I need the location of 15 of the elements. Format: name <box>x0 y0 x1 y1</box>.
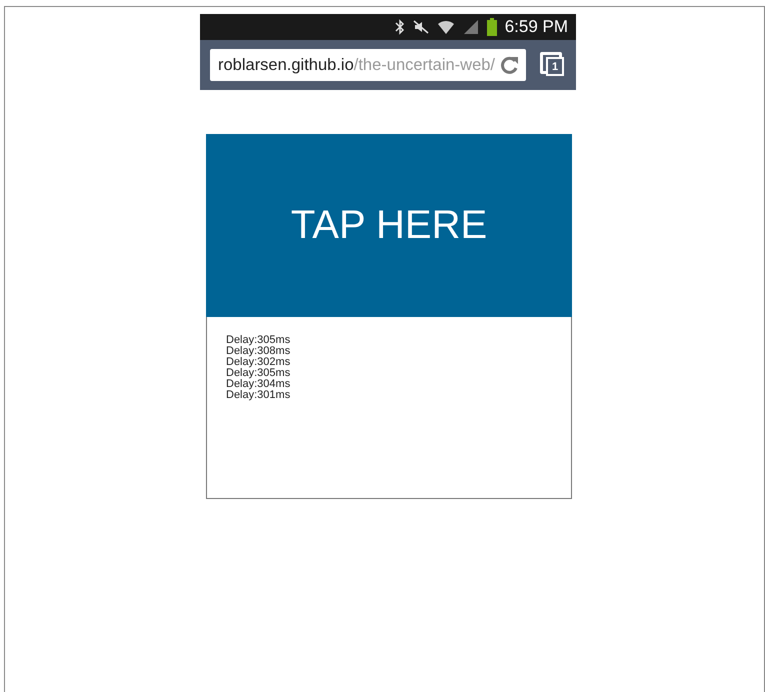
battery-icon <box>486 18 497 36</box>
bluetooth-icon <box>394 19 405 35</box>
log-line: Delay:302ms <box>226 357 292 368</box>
log-line: Delay:304ms <box>226 379 292 390</box>
wifi-icon <box>436 19 455 35</box>
log-line: Delay:305ms <box>226 368 292 379</box>
log-line: Delay:308ms <box>226 346 292 357</box>
log-line: Delay:301ms <box>226 390 292 401</box>
address-field[interactable]: roblarsen.github.io/the-uncertain-web/ <box>210 49 526 81</box>
muted-speaker-icon <box>412 19 429 35</box>
clock: 6:59 PM <box>504 17 568 37</box>
tap-area[interactable]: TAP HERE <box>206 134 572 317</box>
log-line: Delay:305ms <box>226 335 292 346</box>
reload-icon[interactable] <box>500 55 520 75</box>
signal-icon <box>462 19 479 35</box>
